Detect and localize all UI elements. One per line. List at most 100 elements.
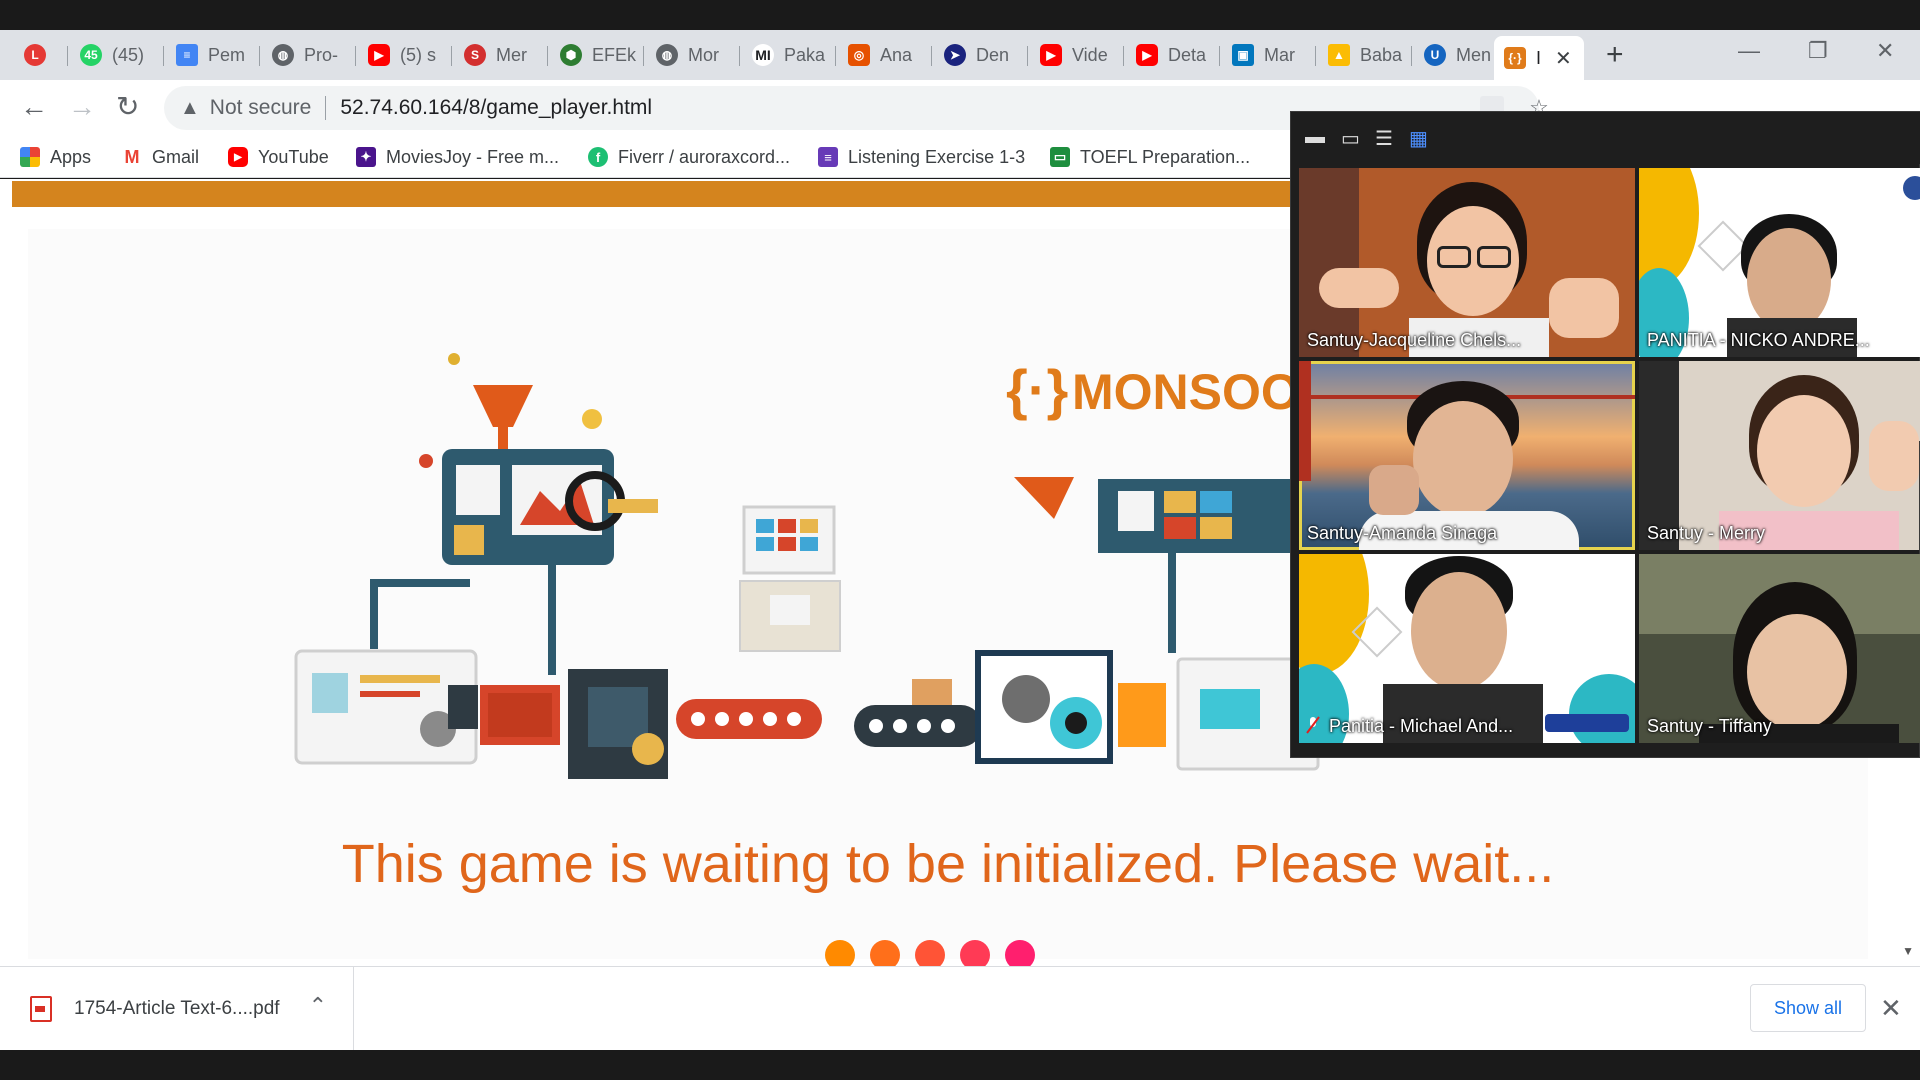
chevron-up-icon[interactable]: ⌃ — [309, 993, 327, 1019]
shield-icon: ⬢ — [560, 44, 582, 66]
participant-tile[interactable]: Santuy-Jacqueline Chels... — [1299, 168, 1635, 357]
gallery-view-icon[interactable]: ▦ — [1409, 126, 1428, 151]
tab-label: Baba — [1360, 44, 1403, 65]
participant-tile[interactable]: Panitia - Michael And... — [1299, 554, 1635, 743]
forward-button[interactable]: → — [68, 92, 96, 122]
tab-15[interactable]: ▲ Baba — [1318, 38, 1412, 72]
hide-video-icon[interactable]: ▬ — [1305, 126, 1325, 149]
zoom-toolbar: ▬ ▭ ☰ ▦ — [1291, 112, 1920, 164]
monsoon-brand: MONSOO — [1072, 364, 1300, 420]
participant-name: Santuy - Merry — [1647, 523, 1766, 543]
bookmark-label: Gmail — [152, 146, 200, 167]
gmail-icon: M — [122, 147, 142, 167]
tab-label: Deta — [1168, 44, 1207, 65]
youtube-icon: ▶ — [368, 44, 390, 66]
monsoon-logo-text: {·} — [1006, 358, 1068, 421]
bookmark-label: Listening Exercise 1-3 — [848, 146, 1026, 167]
tab-3[interactable]: ≡ Pem — [166, 38, 260, 72]
tab-active-monsoon[interactable]: {·} I ✕ — [1494, 36, 1584, 80]
tab-9[interactable]: MI Paka — [742, 38, 836, 72]
zoom-video-gallery: ▬ ▭ ☰ ▦ Santuy-Jacqueline Chels... PANIT… — [1290, 111, 1920, 758]
participant-tile[interactable]: Santuy - Tiffany — [1639, 554, 1920, 743]
whatsapp-icon: 45 — [80, 44, 102, 66]
tab-label: Paka — [784, 44, 826, 65]
participant-name: Santuy-Jacqueline Chels... — [1307, 330, 1522, 350]
reload-button[interactable]: ↻ — [116, 92, 139, 122]
bookmark-label: MoviesJoy - Free m... — [386, 146, 560, 167]
tab-14[interactable]: ▣ Mar — [1222, 38, 1316, 72]
tab-label: Pro- — [304, 44, 339, 65]
arrow-logo-icon: ➤ — [944, 44, 966, 66]
participant-name: Panitia - Michael And... — [1329, 716, 1514, 736]
bottom-black-bar — [0, 1050, 1920, 1080]
tab-4[interactable]: ◍ Pro- — [262, 38, 356, 72]
download-item[interactable]: 1754-Article Text-6....pdf ⌃ — [20, 967, 354, 1051]
loading-message: This game is waiting to be initialized. … — [341, 834, 1555, 894]
bookmark-fiverr[interactable]: f Fiverr / auroraxcord... — [588, 144, 790, 170]
moviesjoy-icon: ✦ — [356, 147, 376, 167]
back-button[interactable]: ← — [20, 92, 48, 122]
app-icon: ◎ — [848, 44, 870, 66]
participant-tile[interactable]: Santuy - Merry — [1639, 361, 1920, 550]
tab-label: Mar — [1264, 44, 1295, 65]
bookmark-toefl[interactable]: ▭ TOEFL Preparation... — [1050, 144, 1250, 170]
fiverr-icon: f — [588, 147, 608, 167]
tab-8[interactable]: ◍ Mor — [646, 38, 740, 72]
docs-icon: ≡ — [176, 44, 198, 66]
minimize-window-button[interactable]: — — [1738, 38, 1760, 64]
scroll-down-arrow[interactable]: ▼ — [1902, 944, 1914, 958]
participant-tile[interactable]: PANITIA - NICKO ANDRE... — [1639, 168, 1920, 357]
bookmark-label: Fiverr / auroraxcord... — [618, 146, 791, 167]
bookmark-listening[interactable]: ≡ Listening Exercise 1-3 — [818, 144, 1025, 170]
tab-1[interactable]: L — [14, 38, 68, 72]
u-logo-icon: U — [1424, 44, 1446, 66]
warning-icon: ▲ — [180, 96, 200, 119]
tab-6[interactable]: S Mer — [454, 38, 548, 72]
bookmark-youtube[interactable]: ▶ YouTube — [228, 144, 329, 170]
tab-13[interactable]: ▶ Deta — [1126, 38, 1220, 72]
forms-icon: ≡ — [818, 147, 838, 167]
tab-label: EFEk — [592, 44, 637, 65]
show-all-button[interactable]: Show all — [1750, 984, 1866, 1032]
bookmark-moviesjoy[interactable]: ✦ MoviesJoy - Free m... — [356, 144, 559, 170]
participant-name: Santuy-Amanda Sinaga — [1307, 523, 1498, 543]
youtube-icon: ▶ — [1040, 44, 1062, 66]
bookmark-label: Apps — [50, 146, 92, 167]
bookmark-apps[interactable]: Apps — [20, 144, 91, 170]
drive-icon: ▲ — [1328, 44, 1350, 66]
side-by-side-view-icon[interactable]: ☰ — [1375, 126, 1393, 151]
active-speaker-view-icon[interactable]: ▭ — [1341, 126, 1360, 151]
download-filename: 1754-Article Text-6....pdf — [74, 998, 280, 1019]
tab-label: I — [1536, 47, 1542, 68]
tab-strip: L 45 (45) ≡ Pem ◍ Pro- ▶ (5) s S Mer ⬢ EFEk ◍ M… — [0, 30, 1920, 80]
close-window-button[interactable]: ✕ — [1876, 38, 1894, 64]
tab-10[interactable]: ◎ Ana — [838, 38, 932, 72]
tab-label: Vide — [1072, 44, 1108, 65]
new-tab-button[interactable]: + — [1606, 38, 1624, 72]
tab-12[interactable]: ▶ Vide — [1030, 38, 1124, 72]
globe-icon: ◍ — [272, 44, 294, 66]
participant-name: PANITIA - NICKO ANDRE... — [1647, 330, 1870, 350]
tab-7[interactable]: ⬢ EFEk — [550, 38, 644, 72]
screen-icon: ▣ — [1232, 44, 1254, 66]
tab-label: (5) s — [400, 44, 436, 65]
monsoon-icon: {·} — [1504, 47, 1526, 69]
globe-icon: ◍ — [656, 44, 678, 66]
close-tab-icon[interactable]: ✕ — [1555, 46, 1572, 71]
tab-2[interactable]: 45 (45) — [70, 38, 164, 72]
s-letter-icon: S — [464, 44, 486, 66]
security-status: Not secure — [209, 96, 312, 119]
bookmark-gmail[interactable]: M Gmail — [122, 144, 199, 170]
bookmark-label: YouTube — [258, 146, 329, 167]
restore-window-button[interactable]: ❐ — [1808, 38, 1828, 64]
apps-grid-icon — [20, 147, 40, 167]
tab-label: Den — [976, 44, 1010, 65]
tab-11[interactable]: ➤ Den — [934, 38, 1028, 72]
tab-label: Ana — [880, 44, 913, 65]
tab-5[interactable]: ▶ (5) s — [358, 38, 452, 72]
participant-name: Santuy - Tiffany — [1647, 716, 1772, 736]
tab-label: Mer — [496, 44, 527, 65]
download-bar: 1754-Article Text-6....pdf ⌃ Show all ✕ — [0, 966, 1920, 1051]
close-download-bar-icon[interactable]: ✕ — [1880, 993, 1902, 1024]
participant-tile-active-speaker[interactable]: Santuy-Amanda Sinaga — [1299, 361, 1635, 550]
